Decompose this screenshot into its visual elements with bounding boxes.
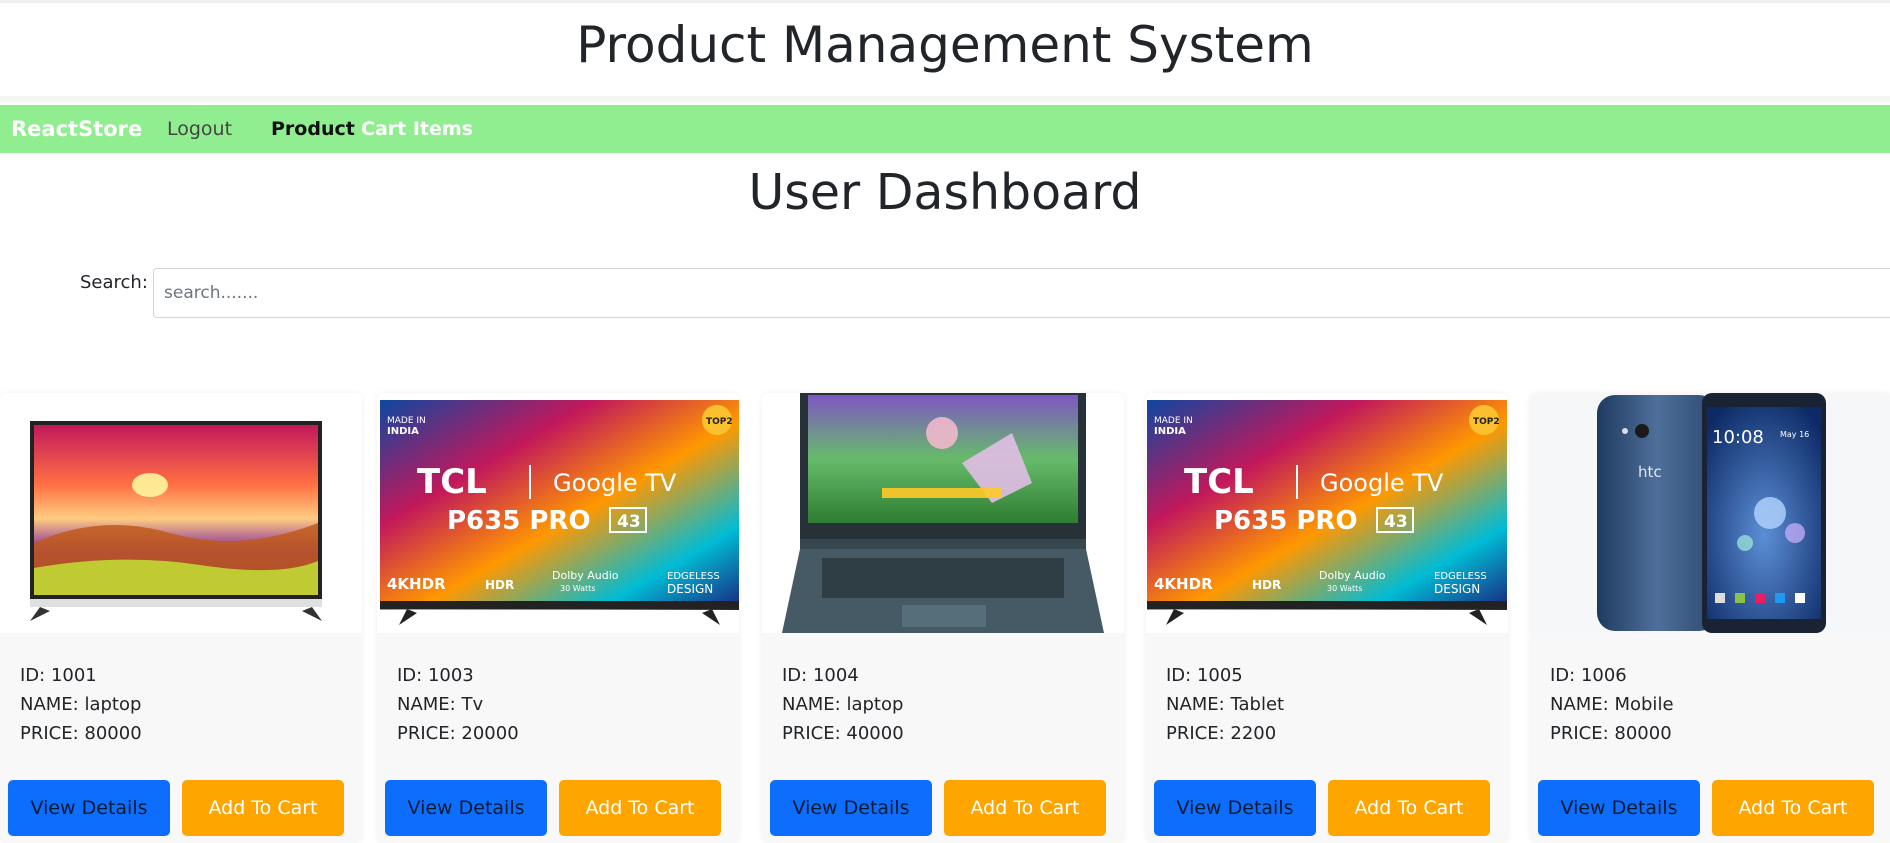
view-details-button[interactable]: View Details bbox=[8, 780, 170, 836]
product-name: NAME: laptop bbox=[782, 694, 904, 715]
app-title: Product Management System bbox=[576, 16, 1314, 74]
product-id: ID: 1006 bbox=[1550, 665, 1627, 686]
svg-text:EDGELESS: EDGELESS bbox=[1434, 571, 1487, 582]
navbar: ReactStore Logout Product Cart Items bbox=[0, 105, 1890, 153]
product-price: PRICE: 20000 bbox=[397, 723, 519, 744]
tv-landscape-image[interactable] bbox=[0, 393, 362, 633]
add-to-cart-button[interactable]: Add To Cart bbox=[1712, 780, 1874, 836]
product-price: PRICE: 80000 bbox=[1550, 723, 1672, 744]
product-name: NAME: Tablet bbox=[1166, 694, 1285, 715]
svg-text:P635 PRO: P635 PRO bbox=[1214, 506, 1358, 536]
svg-text:TOP2: TOP2 bbox=[706, 417, 733, 427]
svg-text:30 Watts: 30 Watts bbox=[1327, 584, 1362, 593]
svg-text:43: 43 bbox=[1384, 512, 1408, 532]
product-card: ID: 1001 NAME: laptop PRICE: 80000 View … bbox=[0, 393, 362, 843]
product-price: PRICE: 80000 bbox=[20, 723, 142, 744]
title-divider bbox=[0, 96, 1890, 102]
htc-phone-image[interactable]: htc 10:08 May 16 bbox=[1530, 393, 1890, 633]
add-to-cart-button[interactable]: Add To Cart bbox=[182, 780, 344, 836]
add-to-cart-button[interactable]: Add To Cart bbox=[944, 780, 1106, 836]
svg-text:INDIA: INDIA bbox=[387, 426, 419, 437]
svg-text:Google TV: Google TV bbox=[553, 469, 677, 497]
svg-text:May 16: May 16 bbox=[1780, 430, 1809, 439]
tcl-google-tv-image[interactable]: MADE IN INDIA TOP2 TCL Google TV P635 PR… bbox=[377, 393, 739, 633]
product-info: ID: 1005 NAME: Tablet PRICE: 2200 bbox=[1166, 661, 1284, 748]
product-price: PRICE: 2200 bbox=[1166, 723, 1277, 744]
brand-logo[interactable]: ReactStore bbox=[11, 105, 142, 153]
product-id: ID: 1001 bbox=[20, 665, 97, 686]
gaming-laptop-image[interactable] bbox=[762, 393, 1124, 633]
svg-text:DESIGN: DESIGN bbox=[1434, 582, 1480, 596]
svg-text:TOP2: TOP2 bbox=[1473, 417, 1500, 427]
svg-text:DESIGN: DESIGN bbox=[667, 582, 713, 596]
product-info: ID: 1006 NAME: Mobile PRICE: 80000 bbox=[1550, 661, 1674, 748]
svg-text:10:08: 10:08 bbox=[1712, 427, 1764, 448]
svg-text:4KHDR: 4KHDR bbox=[387, 575, 446, 593]
svg-text:TCL: TCL bbox=[1184, 462, 1254, 502]
top-divider bbox=[0, 0, 1890, 3]
svg-text:Dolby Audio: Dolby Audio bbox=[552, 569, 619, 582]
view-details-button[interactable]: View Details bbox=[1538, 780, 1700, 836]
product-name: NAME: Mobile bbox=[1550, 694, 1674, 715]
search-label: Search: bbox=[80, 272, 148, 293]
nav-logout-link[interactable]: Logout bbox=[167, 105, 232, 153]
svg-text:MADE IN: MADE IN bbox=[387, 416, 426, 426]
add-to-cart-button[interactable]: Add To Cart bbox=[559, 780, 721, 836]
nav-product-link[interactable]: Product bbox=[271, 105, 355, 153]
view-details-button[interactable]: View Details bbox=[385, 780, 547, 836]
svg-text:30 Watts: 30 Watts bbox=[560, 584, 595, 593]
product-info: ID: 1004 NAME: laptop PRICE: 40000 bbox=[782, 661, 904, 748]
view-details-button[interactable]: View Details bbox=[1154, 780, 1316, 836]
product-card: MADE IN INDIA TOP2 TCL Google TV P635 PR… bbox=[1146, 393, 1508, 843]
product-info: ID: 1003 NAME: Tv PRICE: 20000 bbox=[397, 661, 519, 748]
add-to-cart-button[interactable]: Add To Cart bbox=[1328, 780, 1490, 836]
tcl-google-tv-image[interactable]: MADE IN INDIA TOP2 TCL Google TV P635 PR… bbox=[1146, 393, 1508, 633]
view-details-button[interactable]: View Details bbox=[770, 780, 932, 836]
product-name: NAME: Tv bbox=[397, 694, 484, 715]
svg-text:4KHDR: 4KHDR bbox=[1154, 575, 1213, 593]
product-card: htc 10:08 May 16 ID: 1006 NAME: Mobile P… bbox=[1530, 393, 1890, 843]
product-id: ID: 1004 bbox=[782, 665, 859, 686]
product-info: ID: 1001 NAME: laptop PRICE: 80000 bbox=[20, 661, 142, 748]
svg-text:htc: htc bbox=[1638, 463, 1662, 481]
svg-text:EDGELESS: EDGELESS bbox=[667, 571, 720, 582]
nav-cart-items-link[interactable]: Cart Items bbox=[361, 105, 473, 153]
svg-text:Dolby Audio: Dolby Audio bbox=[1319, 569, 1386, 582]
svg-text:HDR: HDR bbox=[485, 578, 514, 592]
svg-text:INDIA: INDIA bbox=[1154, 426, 1186, 437]
product-id: ID: 1005 bbox=[1166, 665, 1243, 686]
product-card: ID: 1004 NAME: laptop PRICE: 40000 View … bbox=[762, 393, 1124, 843]
product-id: ID: 1003 bbox=[397, 665, 474, 686]
svg-text:MADE IN: MADE IN bbox=[1154, 416, 1193, 426]
product-name: NAME: laptop bbox=[20, 694, 142, 715]
product-price: PRICE: 40000 bbox=[782, 723, 904, 744]
search-input[interactable] bbox=[153, 268, 1890, 318]
svg-text:P635 PRO: P635 PRO bbox=[447, 506, 591, 536]
product-card: MADE IN INDIA TOP2 TCL Google TV P635 PR… bbox=[377, 393, 739, 843]
svg-text:TCL: TCL bbox=[417, 462, 487, 502]
dashboard-title: User Dashboard bbox=[748, 164, 1142, 221]
svg-text:HDR: HDR bbox=[1252, 578, 1281, 592]
svg-text:Google TV: Google TV bbox=[1320, 469, 1444, 497]
svg-text:43: 43 bbox=[617, 512, 641, 532]
